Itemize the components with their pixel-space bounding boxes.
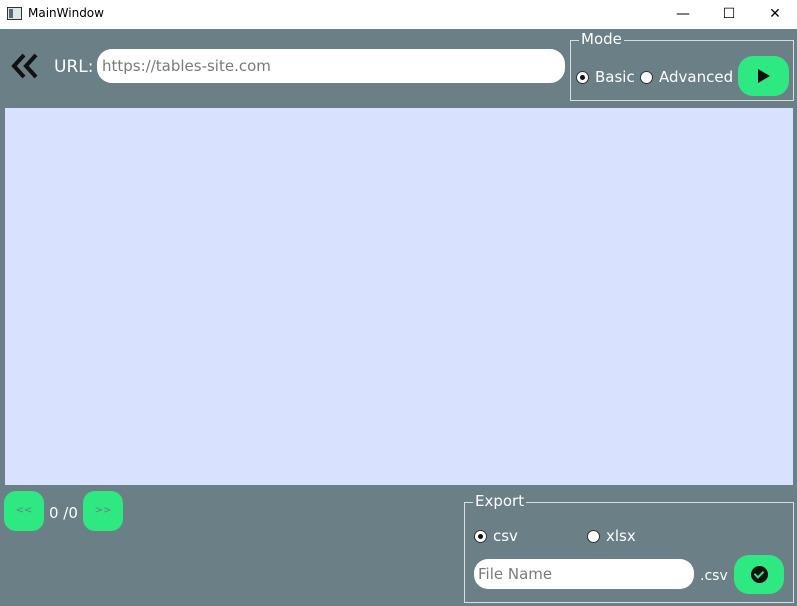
export-xlsx-label: xlsx (606, 527, 636, 545)
app-icon (7, 7, 22, 20)
play-icon (758, 69, 770, 83)
radio-unchecked-icon (640, 70, 653, 84)
maximize-button[interactable]: ☐ (706, 0, 752, 29)
next-page-button[interactable]: >> (83, 491, 123, 531)
file-name-input[interactable] (474, 559, 694, 589)
minimize-button[interactable]: — (660, 0, 706, 29)
export-confirm-button[interactable] (734, 555, 784, 594)
double-chevron-left-icon (11, 53, 38, 79)
run-button[interactable] (738, 56, 789, 96)
mode-basic-label: Basic (595, 68, 635, 86)
check-circle-icon (751, 566, 768, 583)
export-xlsx-radio[interactable]: xlsx (587, 527, 636, 545)
export-legend: Export (473, 492, 527, 510)
close-button[interactable]: ✕ (752, 0, 797, 29)
table-view[interactable] (5, 108, 793, 485)
url-input[interactable] (97, 49, 565, 83)
file-extension-label: .csv (700, 568, 728, 584)
mode-basic-radio[interactable]: Basic (576, 68, 635, 86)
radio-checked-icon (474, 529, 487, 543)
mode-advanced-radio[interactable]: Advanced (640, 68, 733, 86)
prev-page-button[interactable]: << (4, 491, 44, 531)
export-csv-label: csv (493, 527, 518, 545)
page-counter: 0 /0 (49, 504, 78, 522)
radio-unchecked-icon (587, 529, 600, 543)
title-bar: MainWindow — ☐ ✕ (0, 0, 797, 29)
window-title: MainWindow (28, 6, 104, 20)
back-button[interactable] (8, 50, 44, 82)
export-csv-radio[interactable]: csv (474, 527, 518, 545)
radio-checked-icon (576, 70, 589, 84)
mode-legend: Mode (579, 30, 624, 48)
mode-advanced-label: Advanced (659, 68, 734, 86)
url-label: URL: (54, 57, 94, 77)
